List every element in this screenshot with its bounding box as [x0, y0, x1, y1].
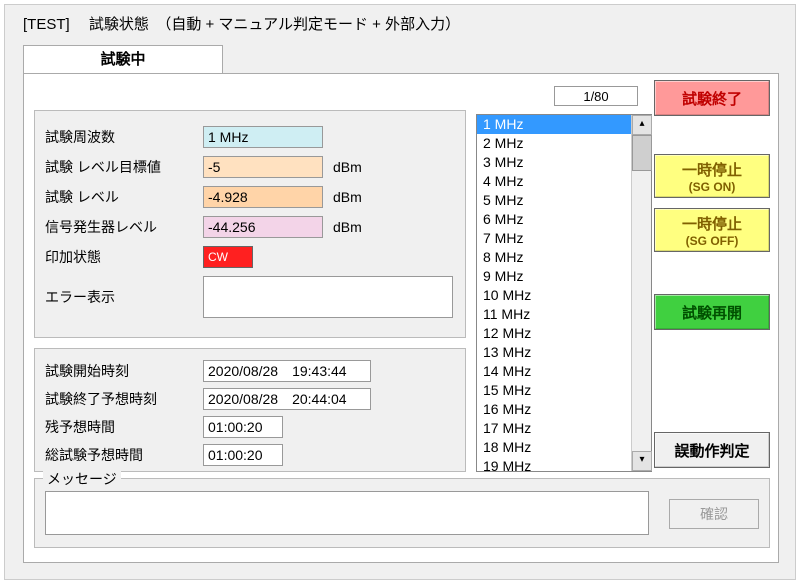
- freq-item[interactable]: 19 MHz: [477, 457, 631, 471]
- label-sg: 信号発生器レベル: [45, 217, 203, 237]
- pause-sgon-l2: (SG ON): [689, 180, 736, 194]
- freq-item[interactable]: 7 MHz: [477, 229, 631, 248]
- value-end-time: 2020/08/28 20:44:04: [203, 388, 371, 410]
- freq-item[interactable]: 5 MHz: [477, 191, 631, 210]
- scroll-thumb[interactable]: [632, 135, 652, 171]
- resume-button[interactable]: 試験再開: [654, 294, 770, 330]
- main-panel: 1/80 試験周波数 1 MHz 試験 レベル目標値 -5 dBm 試験 レベル…: [23, 73, 779, 563]
- label-level: 試験 レベル: [45, 187, 203, 207]
- freq-item[interactable]: 13 MHz: [477, 343, 631, 362]
- unit-target: dBm: [333, 159, 362, 175]
- freq-item[interactable]: 3 MHz: [477, 153, 631, 172]
- pause-sgoff-button[interactable]: 一時停止 (SG OFF): [654, 208, 770, 252]
- end-test-button[interactable]: 試験終了: [654, 80, 770, 116]
- freq-item[interactable]: 1 MHz: [477, 115, 631, 134]
- pause-sgoff-l2: (SG OFF): [686, 234, 739, 248]
- window: [TEST] 試験状態 （自動 + マニュアル判定モード + 外部入力） 試験中…: [4, 4, 796, 580]
- window-title: [TEST] 試験状態 （自動 + マニュアル判定モード + 外部入力）: [23, 13, 460, 34]
- freq-item[interactable]: 16 MHz: [477, 400, 631, 419]
- freq-item[interactable]: 17 MHz: [477, 419, 631, 438]
- value-total-time: 01:00:20: [203, 444, 283, 466]
- freq-item[interactable]: 10 MHz: [477, 286, 631, 305]
- label-error: エラー表示: [45, 287, 203, 307]
- value-error: [203, 276, 453, 318]
- message-box: メッセージ 確認: [34, 478, 770, 548]
- scrollbar[interactable]: ▴ ▾: [631, 115, 651, 471]
- label-end-time: 試験終了予想時刻: [45, 389, 203, 409]
- label-start-time: 試験開始時刻: [45, 361, 203, 381]
- label-apply: 印加状態: [45, 247, 203, 267]
- label-remain-time: 残予想時間: [45, 417, 203, 437]
- label-target: 試験 レベル目標値: [45, 157, 203, 177]
- value-level: -4.928: [203, 186, 323, 208]
- pause-sgon-button[interactable]: 一時停止 (SG ON): [654, 154, 770, 198]
- value-remain-time: 01:00:20: [203, 416, 283, 438]
- times-box: 試験開始時刻 2020/08/28 19:43:44 試験終了予想時刻 2020…: [34, 348, 466, 472]
- freq-item[interactable]: 9 MHz: [477, 267, 631, 286]
- unit-sg: dBm: [333, 219, 362, 235]
- unit-level: dBm: [333, 189, 362, 205]
- frequency-listbox[interactable]: 1 MHz2 MHz3 MHz4 MHz5 MHz6 MHz7 MHz8 MHz…: [476, 114, 652, 472]
- confirm-button[interactable]: 確認: [669, 499, 759, 529]
- label-freq: 試験周波数: [45, 127, 203, 147]
- pause-sgon-l1: 一時停止: [682, 159, 742, 180]
- freq-item[interactable]: 15 MHz: [477, 381, 631, 400]
- value-freq: 1 MHz: [203, 126, 323, 148]
- judge-button[interactable]: 誤動作判定: [654, 432, 770, 468]
- freq-item[interactable]: 11 MHz: [477, 305, 631, 324]
- scroll-up-icon[interactable]: ▴: [632, 115, 652, 135]
- value-start-time: 2020/08/28 19:43:44: [203, 360, 371, 382]
- step-counter: 1/80: [554, 86, 638, 106]
- pause-sgoff-l1: 一時停止: [682, 213, 742, 234]
- freq-item[interactable]: 8 MHz: [477, 248, 631, 267]
- freq-item[interactable]: 6 MHz: [477, 210, 631, 229]
- value-target: -5: [203, 156, 323, 178]
- tab-testing[interactable]: 試験中: [23, 45, 223, 73]
- value-sg: -44.256: [203, 216, 323, 238]
- freq-item[interactable]: 4 MHz: [477, 172, 631, 191]
- freq-item[interactable]: 12 MHz: [477, 324, 631, 343]
- message-field: [45, 491, 649, 535]
- value-apply: CW: [203, 246, 253, 268]
- message-label: メッセージ: [43, 469, 121, 489]
- freq-item[interactable]: 14 MHz: [477, 362, 631, 381]
- freq-item[interactable]: 2 MHz: [477, 134, 631, 153]
- label-total-time: 総試験予想時間: [45, 445, 203, 465]
- freq-item[interactable]: 18 MHz: [477, 438, 631, 457]
- params-box: 試験周波数 1 MHz 試験 レベル目標値 -5 dBm 試験 レベル -4.9…: [34, 110, 466, 338]
- scroll-down-icon[interactable]: ▾: [632, 451, 652, 471]
